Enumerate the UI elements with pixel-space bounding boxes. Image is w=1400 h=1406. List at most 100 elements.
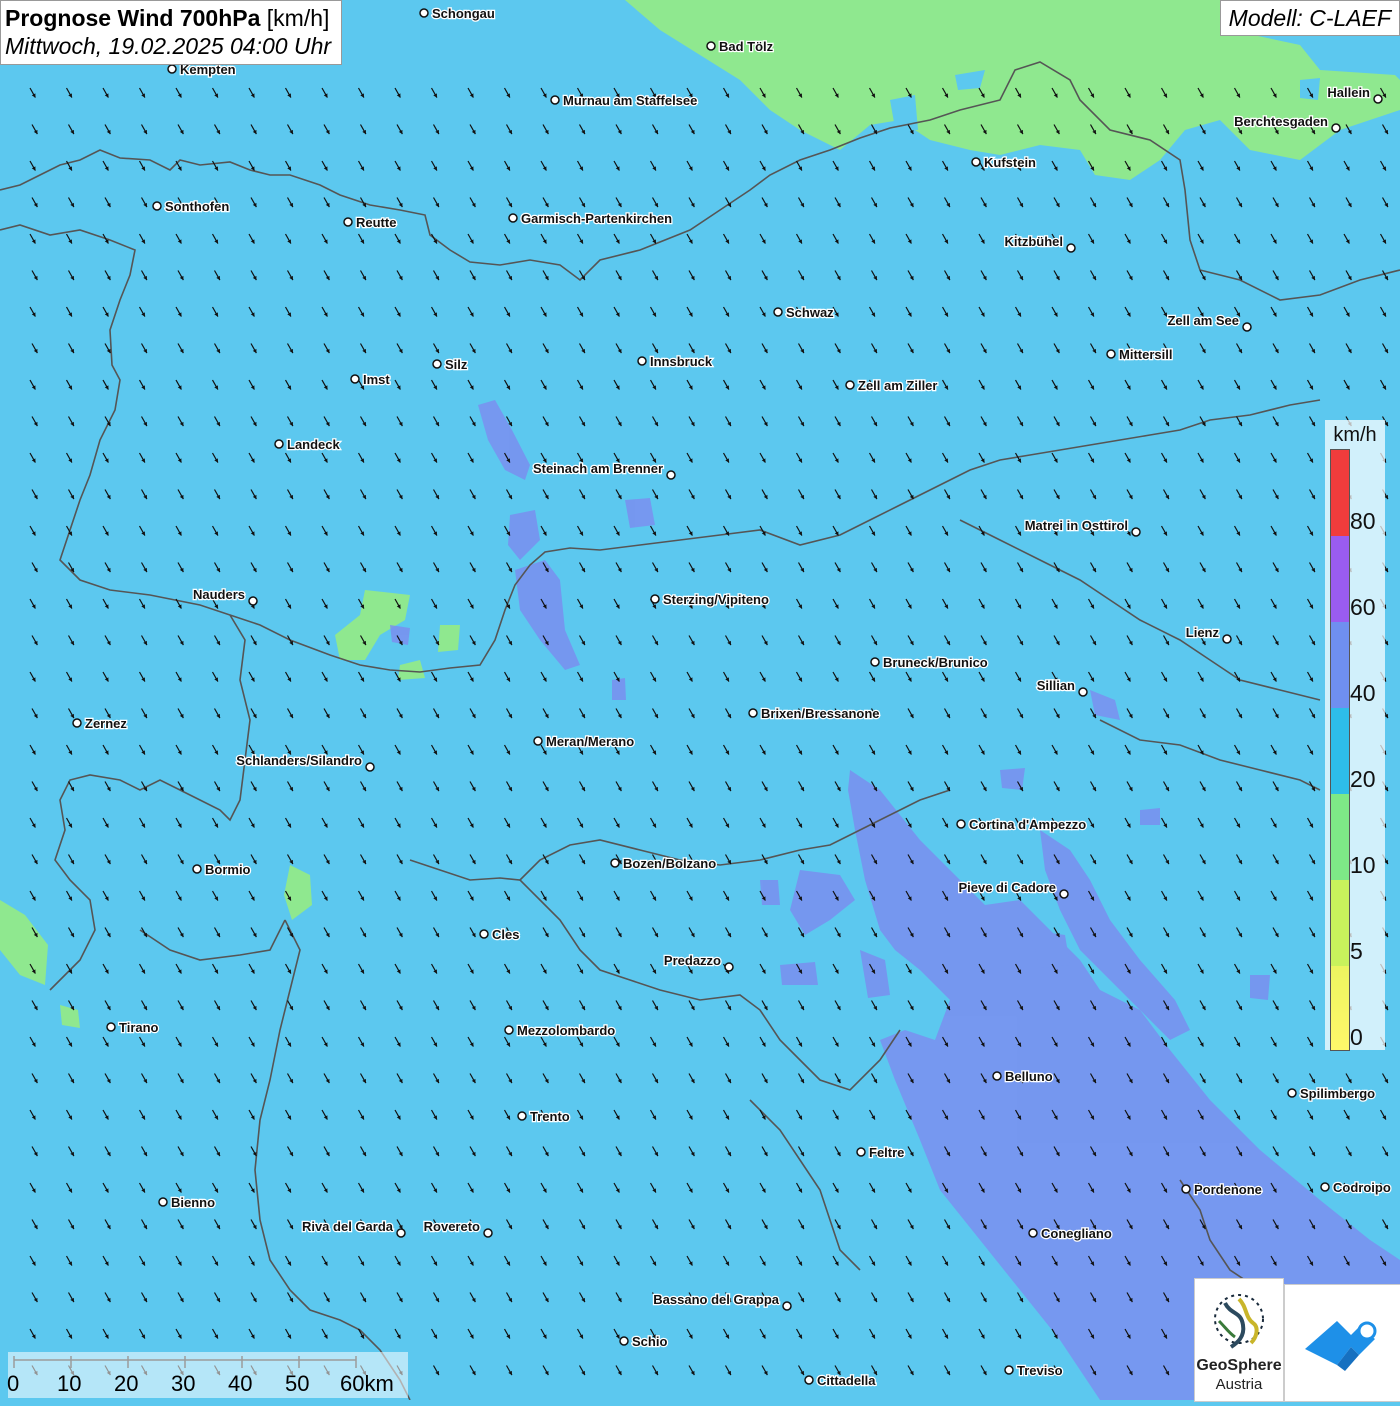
city-label: Bad Tölz <box>719 39 774 54</box>
city-dot <box>1066 243 1076 253</box>
city-label: Conegliano <box>1041 1226 1112 1241</box>
city-label: Pieve di Cadore <box>958 880 1056 895</box>
city-label: Riva del Garda <box>302 1219 394 1234</box>
city-dot <box>550 95 560 105</box>
scale-tick-label: 30 <box>171 1371 196 1396</box>
city-label: Bruneck/Brunico <box>883 655 988 670</box>
city-dot <box>1059 889 1069 899</box>
city-label: Schio <box>632 1334 667 1349</box>
city-dot <box>365 762 375 772</box>
city-dot <box>610 858 620 868</box>
city-dot <box>1373 94 1383 104</box>
city-label: Kufstein <box>984 155 1036 170</box>
legend-segment-60 <box>1331 536 1349 622</box>
title-line: Prognose Wind 700hPa [km/h] <box>5 4 331 32</box>
city-dot <box>956 819 966 829</box>
city-label: Hallein <box>1327 85 1370 100</box>
city-label: Brixen/Bressanone <box>761 706 880 721</box>
city-dot <box>343 217 353 227</box>
geosphere-logo[interactable]: GeoSphere Austria <box>1194 1278 1284 1402</box>
city-dot <box>845 380 855 390</box>
city-label: Sonthofen <box>165 199 229 214</box>
city-dot <box>619 1336 629 1346</box>
city-dot <box>773 307 783 317</box>
city-label: Nauders <box>193 587 245 602</box>
city-dot <box>72 718 82 728</box>
city-label: Belluno <box>1005 1069 1053 1084</box>
legend-label: 0 <box>1350 1024 1363 1050</box>
city-dot <box>152 201 162 211</box>
legend-color-bar <box>1330 449 1350 1051</box>
city-dot <box>870 657 880 667</box>
city-label: Bozen/Bolzano <box>623 856 716 871</box>
city-label: Pordenone <box>1194 1182 1262 1197</box>
city-dot <box>533 736 543 746</box>
city-dot <box>724 962 734 972</box>
city-dot <box>1287 1088 1297 1098</box>
city-dot <box>1028 1228 1038 1238</box>
city-label: Berchtesgaden <box>1234 114 1328 129</box>
legend-segment-10 <box>1331 794 1349 880</box>
scale-tick-label: 20 <box>114 1371 139 1396</box>
model-label: Modell: C-LAEF <box>1219 0 1400 36</box>
city-label: Kitzbühel <box>1005 234 1064 249</box>
city-dot <box>479 929 489 939</box>
city-label: Sterzing/Vipiteno <box>663 592 769 607</box>
city-dot <box>504 1025 514 1035</box>
legend-label: 5 <box>1350 938 1363 964</box>
legend-label: 20 <box>1350 766 1376 792</box>
title-text: Prognose Wind 700hPa <box>5 5 261 31</box>
city-label: Zernez <box>85 716 127 731</box>
scale-tick-label: 50 <box>285 1371 310 1396</box>
legend-label: 60 <box>1350 594 1376 620</box>
city-label: Murnau am Staffelsee <box>563 93 697 108</box>
city-dot <box>158 1197 168 1207</box>
city-dot <box>419 8 429 18</box>
legend-segment-5 <box>1331 880 1349 966</box>
city-dot <box>350 374 360 384</box>
legend-label: 80 <box>1350 508 1376 534</box>
city-dot <box>483 1228 493 1238</box>
city-dot <box>1331 123 1341 133</box>
city-dot <box>248 596 258 606</box>
city-label: Steinach am Brenner <box>533 461 663 476</box>
city-label: Mezzolombardo <box>517 1023 615 1038</box>
map-title: Prognose Wind 700hPa [km/h] Mittwoch, 19… <box>0 0 343 65</box>
city-label: Imst <box>363 372 390 387</box>
weather-app-cloud-icon <box>1305 1321 1377 1371</box>
city-label: Zell am Ziller <box>858 378 937 393</box>
city-dot <box>971 157 981 167</box>
city-label: Landeck <box>287 437 341 452</box>
city-dot <box>1320 1182 1330 1192</box>
geosphere-country: Austria <box>1215 1376 1263 1393</box>
scale-tick-label: 40 <box>228 1371 253 1396</box>
city-label: Feltre <box>869 1145 904 1160</box>
geosphere-logo-icon <box>1214 1294 1264 1349</box>
city-label: Cortina d'Ampezzo <box>969 817 1086 832</box>
legend-segment-0 <box>1331 966 1349 1050</box>
city-dot <box>106 1022 116 1032</box>
city-label: Predazzo <box>664 953 721 968</box>
city-dot <box>1106 349 1116 359</box>
city-label: Mittersill <box>1119 347 1172 362</box>
wind-map: SchongauBad TölzKemptenMurnau am Staffel… <box>0 0 1400 1400</box>
city-label: Reutte <box>356 215 396 230</box>
city-label: Treviso <box>1017 1363 1063 1378</box>
scale-tick-label: 0 <box>7 1371 20 1396</box>
city-label: Sillian <box>1037 678 1075 693</box>
city-dot <box>1131 527 1141 537</box>
forecast-datetime: Mittwoch, 19.02.2025 04:00 Uhr <box>5 33 332 59</box>
city-dot <box>517 1111 527 1121</box>
city-dot <box>192 864 202 874</box>
city-dot <box>1242 322 1252 332</box>
city-label: Trento <box>530 1109 570 1124</box>
city-dot <box>650 594 660 604</box>
geosphere-name: GeoSphere <box>1196 1357 1282 1374</box>
city-dot <box>637 356 647 366</box>
city-dot <box>396 1228 406 1238</box>
city-label: Bassano del Grappa <box>653 1292 779 1307</box>
city-dot <box>508 213 518 223</box>
city-label: Tirano <box>119 1020 159 1035</box>
weather-app-logo[interactable] <box>1284 1284 1400 1402</box>
legend-label: 10 <box>1350 852 1376 878</box>
